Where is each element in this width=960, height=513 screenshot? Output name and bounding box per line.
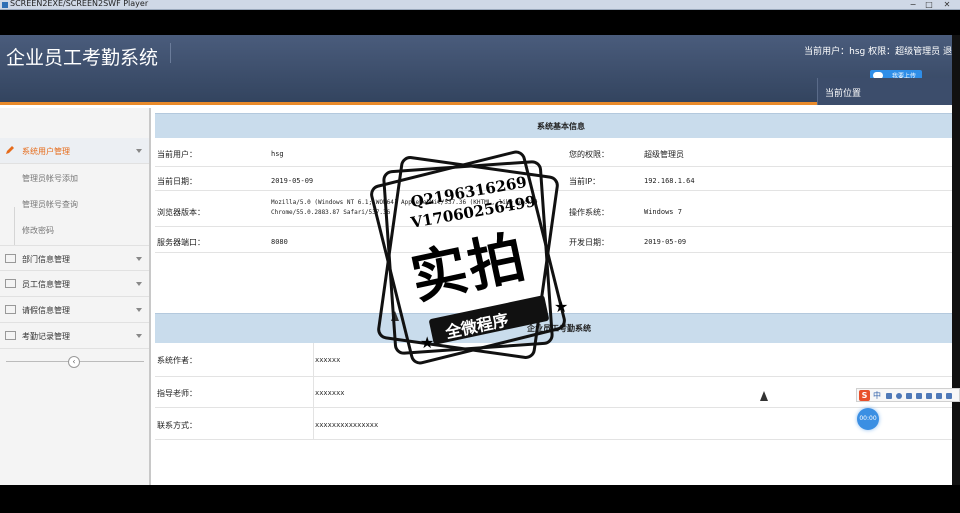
minimize-button[interactable]: − [906, 0, 920, 9]
table-row: 指导老师： xxxxxxx [155, 377, 952, 408]
pencil-icon [6, 146, 14, 154]
chevron-down-icon [136, 308, 142, 312]
field-value: 2019-05-09 [271, 177, 314, 185]
player-app-icon [2, 2, 8, 8]
submenu-item-admin-query[interactable]: 管理员帐号查询 [0, 191, 149, 217]
star-icon: ★ [420, 333, 435, 352]
sidebar-item-leave[interactable]: 请假信息管理 [0, 297, 149, 323]
field-label: 指导老师： [157, 389, 197, 398]
current-position-bar: 当前位置 [817, 78, 952, 105]
section-title: 系统基本信息 [537, 122, 585, 131]
settings-icon[interactable] [946, 393, 952, 399]
screen: SCREEN2EXE/SCREEN2SWF Player − □ ✕ 企业员工考… [0, 0, 960, 513]
player-title: SCREEN2EXE/SCREEN2SWF Player [10, 0, 149, 8]
user-info[interactable]: 当前用户：hsg 权限：超级管理员 退 [804, 44, 952, 57]
calendar-icon [5, 331, 16, 340]
table-row: 联系方式： xxxxxxxxxxxxxxx [155, 408, 952, 440]
chevron-down-icon [136, 334, 142, 338]
title-divider [170, 43, 171, 63]
app-title: 企业员工考勤系统 [6, 47, 159, 69]
sidebar-item-label: 请假信息管理 [22, 306, 70, 315]
field-value: xxxxxxxxxxxxxxx [315, 421, 379, 429]
ime-mode[interactable]: 中 [873, 390, 881, 401]
field-value: hsg [271, 150, 284, 158]
field-value: 8080 [271, 238, 288, 246]
collapse-sidebar-button[interactable]: ‹ [68, 356, 80, 368]
punctuation-icon[interactable] [886, 393, 892, 399]
mouse-cursor-icon [760, 391, 768, 401]
microphone-icon[interactable] [906, 393, 912, 399]
sidebar-item-label: 员工信息管理 [22, 280, 70, 289]
app-header: 企业员工考勤系统 当前用户：hsg 权限：超级管理员 退 我要上传 当前位置 [0, 35, 952, 105]
sidebar-item-label: 系统用户管理 [22, 147, 70, 156]
submenu-item-label: 修改密码 [22, 226, 54, 235]
window-edge [952, 35, 960, 485]
field-value: Windows 7 [644, 208, 682, 216]
field-value: 超级管理员 [644, 150, 684, 159]
submenu-item-label: 管理员帐号添加 [22, 174, 78, 183]
recording-timer[interactable]: 00:00 [857, 408, 879, 430]
sidebar-item-department[interactable]: 部门信息管理 [0, 245, 149, 271]
star-icon: ★ [554, 297, 569, 316]
skin-icon[interactable] [926, 393, 932, 399]
chevron-down-icon [136, 282, 142, 286]
field-label: 系统作者： [157, 356, 197, 365]
toolbox-icon[interactable] [936, 393, 942, 399]
field-label: 当前日期： [157, 177, 197, 186]
sogou-logo-icon: S [859, 390, 870, 401]
player-title-bar: SCREEN2EXE/SCREEN2SWF Player − □ ✕ [0, 0, 960, 10]
section-header-system-info: 系统基本信息 [155, 113, 952, 138]
field-label: 当前用户： [157, 150, 197, 159]
field-value: xxxxxx [315, 356, 341, 364]
chevron-down-icon [136, 257, 142, 261]
maximize-button[interactable]: □ [922, 0, 936, 9]
field-value: 192.168.1.64 [644, 177, 695, 185]
sidebar-item-label: 部门信息管理 [22, 255, 70, 264]
sidebar-item-system-users[interactable]: 系统用户管理 [0, 138, 149, 164]
sidebar-item-employee[interactable]: 员工信息管理 [0, 271, 149, 297]
list-icon [5, 305, 16, 314]
sidebar-item-attendance[interactable]: 考勤记录管理 [0, 323, 149, 349]
keyboard-icon[interactable] [916, 393, 922, 399]
sidebar: 系统用户管理 管理员帐号添加 管理员帐号查询 修改密码 部门信息管理 员工信息管… [0, 108, 151, 485]
emoji-icon[interactable] [896, 393, 902, 399]
field-value: 2019-05-09 [644, 238, 687, 246]
field-label: 服务器端口： [157, 238, 205, 247]
submenu-item-label: 管理员帐号查询 [22, 200, 78, 209]
field-label: 浏览器版本： [157, 208, 205, 217]
ime-toolbar[interactable]: S 中 [856, 388, 960, 402]
field-label: 联系方式： [157, 421, 197, 430]
close-button[interactable]: ✕ [940, 0, 954, 9]
monitor-icon [5, 279, 16, 288]
sidebar-item-label: 考勤记录管理 [22, 332, 70, 341]
submenu-item-admin-add[interactable]: 管理员帐号添加 [0, 165, 149, 191]
watermark-stamp: Q2196316269 V17060256499 实拍 全微程序 ★ ★ [358, 145, 590, 380]
keyboard-icon [5, 254, 16, 263]
field-value: xxxxxxx [315, 389, 345, 397]
submenu-item-change-password[interactable]: 修改密码 [0, 217, 149, 243]
chevron-down-icon [136, 149, 142, 153]
current-position-label: 当前位置 [825, 89, 862, 99]
